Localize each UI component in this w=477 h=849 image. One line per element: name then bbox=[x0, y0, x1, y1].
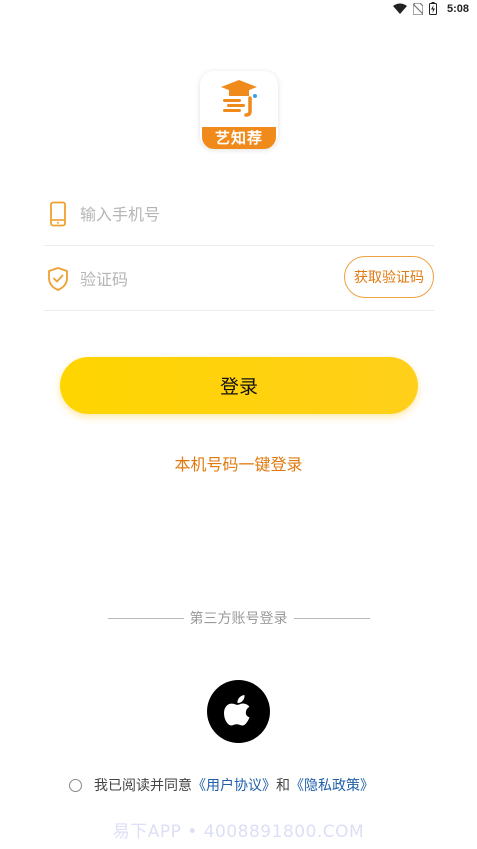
logo-text: 艺知荐 bbox=[202, 127, 276, 149]
third-party-label: 第三方账号登录 bbox=[189, 611, 288, 627]
privacy-policy-link[interactable]: 《隐私政策》 bbox=[290, 775, 374, 795]
watermark: 易下APP • 4008891800.COM bbox=[112, 822, 365, 842]
get-code-button[interactable]: 获取验证码 bbox=[344, 256, 434, 298]
code-row: 获取验证码 bbox=[44, 250, 434, 311]
user-agreement-link[interactable]: 《用户协议》 bbox=[192, 775, 276, 795]
phone-input[interactable] bbox=[80, 199, 330, 229]
agreement-prefix: 我已阅读并同意 bbox=[94, 778, 192, 794]
divider-line-left bbox=[107, 617, 184, 619]
no-sim-icon bbox=[412, 2, 423, 15]
status-icons: 5:08 bbox=[392, 2, 469, 15]
one-key-login-link[interactable]: 本机号码一键登录 bbox=[0, 451, 477, 475]
third-party-divider: 第三方账号登录 bbox=[0, 608, 477, 628]
wifi-icon bbox=[392, 3, 407, 14]
app-logo: 艺知荐 bbox=[200, 71, 278, 153]
agreement-conjunction: 和 bbox=[276, 778, 290, 794]
login-button[interactable]: 登录 bbox=[60, 357, 418, 414]
apple-login-button[interactable] bbox=[207, 680, 270, 743]
agree-checkbox[interactable] bbox=[69, 778, 82, 792]
code-input[interactable] bbox=[80, 264, 330, 294]
graduation-cap-icon bbox=[221, 80, 257, 117]
shield-check-icon bbox=[46, 266, 70, 292]
status-bar: 5:08 bbox=[0, 0, 477, 22]
divider-line-right bbox=[293, 617, 370, 619]
battery-icon bbox=[428, 2, 437, 15]
phone-icon bbox=[46, 201, 70, 227]
phone-row bbox=[44, 185, 434, 246]
apple-icon bbox=[223, 692, 255, 732]
agreement: 我已阅读并同意 《用户协议》 和 《隐私政策》 bbox=[69, 775, 374, 795]
status-time: 5:08 bbox=[446, 2, 469, 15]
